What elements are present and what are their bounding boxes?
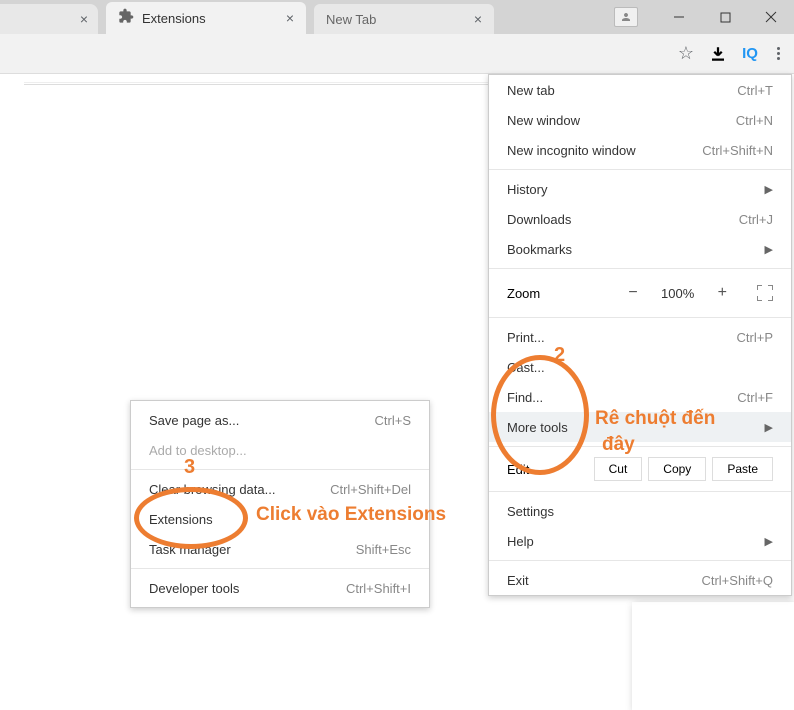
submenu-clear-data[interactable]: Clear browsing data... Ctrl+Shift+Del <box>131 474 429 504</box>
tab-extensions[interactable]: Extensions × <box>106 2 306 34</box>
toolbar: ☆ IQ <box>0 34 794 74</box>
more-tools-submenu: Save page as... Ctrl+S Add to desktop...… <box>130 400 430 608</box>
menu-history[interactable]: History ▶ <box>489 174 791 204</box>
submenu-extensions[interactable]: Extensions <box>131 504 429 534</box>
more-menu-button[interactable] <box>770 43 786 64</box>
menu-separator <box>489 560 791 561</box>
menu-separator <box>489 169 791 170</box>
submenu-task-manager[interactable]: Task manager Shift+Esc <box>131 534 429 564</box>
maximize-icon <box>720 12 731 23</box>
floating-panel <box>632 602 794 710</box>
menu-bookmarks[interactable]: Bookmarks ▶ <box>489 234 791 264</box>
menu-edit-row: Edit Cut Copy Paste <box>489 451 791 487</box>
main-menu: New tab Ctrl+T New window Ctrl+N New inc… <box>488 74 792 596</box>
tab-previous[interactable]: × <box>0 4 98 34</box>
close-window-button[interactable] <box>748 2 794 32</box>
chevron-right-icon: ▶ <box>765 243 773 256</box>
submenu-save-page[interactable]: Save page as... Ctrl+S <box>131 405 429 435</box>
submenu-developer-tools[interactable]: Developer tools Ctrl+Shift+I <box>131 573 429 603</box>
menu-help[interactable]: Help ▶ <box>489 526 791 556</box>
menu-exit[interactable]: Exit Ctrl+Shift+Q <box>489 565 791 595</box>
window-controls <box>614 0 794 34</box>
tab-title: Extensions <box>142 11 278 26</box>
tab-close-icon[interactable]: × <box>286 10 294 26</box>
iq-extension-button[interactable]: IQ <box>738 42 762 66</box>
menu-cast[interactable]: Cast... <box>489 352 791 382</box>
edit-paste-button[interactable]: Paste <box>712 457 773 481</box>
fullscreen-icon <box>757 285 762 290</box>
menu-new-tab[interactable]: New tab Ctrl+T <box>489 75 791 105</box>
menu-separator <box>131 469 429 470</box>
minimize-button[interactable] <box>656 2 702 32</box>
fullscreen-button[interactable] <box>757 285 773 301</box>
zoom-in-button[interactable]: + <box>714 284 731 302</box>
download-button[interactable] <box>706 42 730 66</box>
edit-cut-button[interactable]: Cut <box>594 457 643 481</box>
person-icon <box>620 11 632 23</box>
zoom-out-button[interactable]: − <box>624 284 641 302</box>
dots-icon <box>777 47 780 50</box>
bookmark-star-button[interactable]: ☆ <box>674 42 698 66</box>
menu-downloads[interactable]: Downloads Ctrl+J <box>489 204 791 234</box>
menu-separator <box>489 317 791 318</box>
puzzle-icon <box>118 8 134 29</box>
menu-settings[interactable]: Settings <box>489 496 791 526</box>
menu-separator <box>489 268 791 269</box>
zoom-value: 100% <box>658 286 698 301</box>
chevron-right-icon: ▶ <box>765 183 773 196</box>
tab-title: New Tab <box>326 12 466 27</box>
tab-new-tab[interactable]: New Tab × <box>314 4 494 34</box>
menu-separator <box>489 446 791 447</box>
menu-find[interactable]: Find... Ctrl+F <box>489 382 791 412</box>
tab-close-icon[interactable]: × <box>474 11 482 27</box>
submenu-add-desktop: Add to desktop... <box>131 435 429 465</box>
chevron-right-icon: ▶ <box>765 535 773 548</box>
menu-new-window[interactable]: New window Ctrl+N <box>489 105 791 135</box>
close-icon <box>765 11 777 23</box>
maximize-button[interactable] <box>702 2 748 32</box>
tab-close-icon[interactable]: × <box>80 11 88 27</box>
menu-more-tools[interactable]: More tools ▶ <box>489 412 791 442</box>
tab-bar: × Extensions × New Tab × <box>0 0 794 34</box>
edit-copy-button[interactable]: Copy <box>648 457 706 481</box>
download-icon <box>709 45 727 63</box>
chevron-right-icon: ▶ <box>765 421 773 434</box>
menu-new-incognito[interactable]: New incognito window Ctrl+Shift+N <box>489 135 791 165</box>
menu-separator <box>489 491 791 492</box>
menu-print[interactable]: Print... Ctrl+P <box>489 322 791 352</box>
minimize-icon <box>673 11 685 23</box>
menu-separator <box>131 568 429 569</box>
profile-button[interactable] <box>614 7 638 27</box>
menu-zoom: Zoom − 100% + <box>489 273 791 313</box>
star-icon: ☆ <box>678 43 694 64</box>
